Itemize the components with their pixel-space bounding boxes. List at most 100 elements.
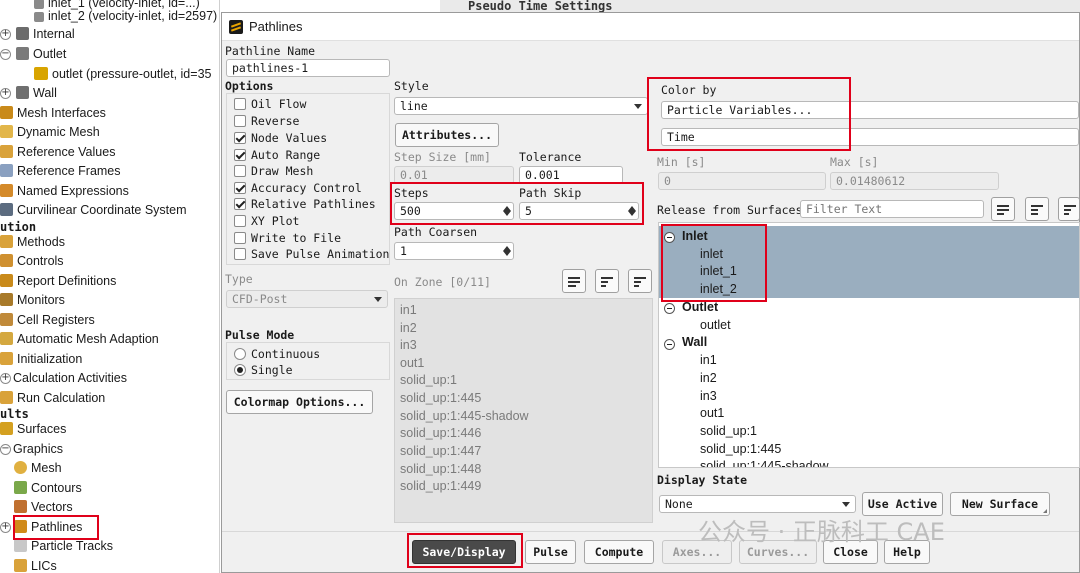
tree-item-graphics[interactable]: Graphics: [13, 440, 63, 459]
tree-item-outlet[interactable]: Outlet: [16, 45, 66, 64]
zone-item[interactable]: solid_up:1:448: [400, 462, 481, 476]
tree-item-vectors[interactable]: Vectors: [14, 498, 73, 517]
tree-item-mesh-adaption[interactable]: Automatic Mesh Adaption: [0, 330, 159, 349]
color-by-variable-select[interactable]: Time: [661, 128, 1079, 146]
tree-item-lics[interactable]: LICs: [14, 557, 57, 573]
step-size-input[interactable]: 0.01: [394, 166, 514, 184]
surface-item[interactable]: solid_up:1: [700, 424, 757, 438]
surface-item[interactable]: inlet_1: [700, 264, 737, 278]
expand-icon[interactable]: +: [0, 522, 11, 533]
zone-item[interactable]: solid_up:1:445: [400, 391, 481, 405]
filter-surfaces-icon[interactable]: [1025, 197, 1049, 221]
expand-icon[interactable]: +: [0, 88, 11, 99]
colormap-options-button[interactable]: Colormap Options...: [226, 390, 373, 414]
surface-item[interactable]: in1: [700, 353, 717, 367]
tree-item-particle-tracks[interactable]: Particle Tracks: [14, 537, 113, 556]
zone-item[interactable]: in3: [400, 338, 417, 352]
tree-item-internal[interactable]: Internal: [16, 25, 75, 44]
surface-item[interactable]: solid_up:1:445-shadow: [700, 459, 829, 467]
type-select[interactable]: CFD-Post: [226, 290, 388, 308]
display-state-select[interactable]: None: [659, 495, 856, 513]
tree-item-mesh[interactable]: Mesh: [14, 459, 62, 478]
compute-button[interactable]: Compute: [584, 540, 654, 564]
on-zone-list[interactable]: in1 in2 in3 out1 solid_up:1 solid_up:1:4…: [394, 298, 653, 523]
tree-item-named-expressions[interactable]: Named Expressions: [0, 182, 129, 201]
checkbox-oil-flow[interactable]: [234, 98, 246, 110]
select-all-icon[interactable]: [562, 269, 586, 293]
surface-item[interactable]: inlet_2: [700, 282, 737, 296]
tree-item-calculation-activities[interactable]: Calculation Activities: [13, 369, 127, 388]
tree-item-reference-values[interactable]: Reference Values: [0, 143, 115, 162]
release-surfaces-list[interactable]: Inlet inlet inlet_1 inlet_2 Outlet outle…: [658, 222, 1080, 468]
tolerance-input[interactable]: 0.001: [519, 166, 623, 184]
stepper-icon[interactable]: [501, 243, 513, 259]
checkbox-reverse[interactable]: [234, 115, 246, 127]
checkbox-accuracy-control[interactable]: [234, 182, 246, 194]
expand-icon[interactable]: +: [0, 29, 11, 40]
collapse-icon[interactable]: [664, 232, 675, 243]
surface-item[interactable]: in3: [700, 389, 717, 403]
radio-continuous[interactable]: [234, 348, 246, 360]
zone-item[interactable]: in1: [400, 303, 417, 317]
group-outlet[interactable]: Outlet: [682, 300, 718, 314]
tree-item-wall[interactable]: Wall: [16, 84, 57, 103]
checkbox-xy-plot[interactable]: [234, 215, 246, 227]
zone-item[interactable]: in2: [400, 321, 417, 335]
max-input[interactable]: 0.01480612: [830, 172, 999, 190]
tree-item-reference-frames[interactable]: Reference Frames: [0, 162, 121, 181]
checkbox-save-pulse-animation[interactable]: [234, 248, 246, 260]
tree-item-mesh-interfaces[interactable]: Mesh Interfaces: [0, 104, 106, 123]
zone-item[interactable]: out1: [400, 356, 424, 370]
tree-item-cell-registers[interactable]: Cell Registers: [0, 311, 95, 330]
checkbox-node-values[interactable]: [234, 132, 246, 144]
tree-item-pathlines[interactable]: Pathlines: [14, 518, 82, 537]
pulse-button[interactable]: Pulse: [525, 540, 576, 564]
min-input[interactable]: 0: [658, 172, 826, 190]
tree-item-monitors[interactable]: Monitors: [0, 291, 65, 310]
zone-item[interactable]: solid_up:1:447: [400, 444, 481, 458]
expand-icon[interactable]: +: [0, 373, 11, 384]
path-skip-input[interactable]: 5: [519, 202, 639, 220]
zone-item[interactable]: solid_up:1:449: [400, 479, 481, 493]
pathline-name-input[interactable]: pathlines-1: [226, 59, 390, 77]
color-by-category-select[interactable]: Particle Variables...: [661, 101, 1079, 119]
select-checked-icon[interactable]: [595, 269, 619, 293]
tree-item-surfaces[interactable]: Surfaces: [0, 420, 66, 439]
new-surface-button[interactable]: New Surface: [950, 492, 1050, 516]
tree-item-inlet-2[interactable]: inlet_2 (velocity-inlet, id=2597): [34, 7, 217, 26]
checkbox-write-to-file[interactable]: [234, 232, 246, 244]
collapse-icon[interactable]: −: [0, 49, 11, 60]
surface-item[interactable]: inlet: [700, 247, 723, 261]
surface-filter-input[interactable]: [800, 200, 984, 218]
surface-item[interactable]: solid_up:1:445: [700, 442, 781, 456]
tree-item-initialization[interactable]: Initialization: [0, 350, 82, 369]
stepper-icon[interactable]: [626, 203, 638, 219]
zone-item[interactable]: solid_up:1:445-shadow: [400, 409, 529, 423]
check-surfaces-icon[interactable]: [1058, 197, 1080, 221]
checkbox-relative-pathlines[interactable]: [234, 198, 246, 210]
path-coarsen-input[interactable]: 1: [394, 242, 514, 260]
group-wall[interactable]: Wall: [682, 335, 707, 349]
collapse-icon[interactable]: [664, 303, 675, 314]
attributes-button[interactable]: Attributes...: [395, 123, 499, 147]
tree-item-methods[interactable]: Methods: [0, 233, 65, 252]
collapse-icon[interactable]: −: [0, 444, 11, 455]
select-all-surfaces-icon[interactable]: [991, 197, 1015, 221]
tree-item-controls[interactable]: Controls: [0, 252, 64, 271]
collapse-icon[interactable]: [664, 339, 675, 350]
radio-single[interactable]: [234, 364, 246, 376]
surface-item[interactable]: in2: [700, 371, 717, 385]
dialog-titlebar[interactable]: Pathlines: [222, 13, 1079, 41]
tree-item-outlet-boundary[interactable]: outlet (pressure-outlet, id=35: [34, 65, 211, 84]
tree-item-contours[interactable]: Contours: [14, 479, 82, 498]
style-select[interactable]: line: [394, 97, 648, 115]
checkbox-auto-range[interactable]: [234, 149, 246, 161]
group-inlet[interactable]: Inlet: [682, 229, 708, 243]
deselect-all-icon[interactable]: [628, 269, 652, 293]
tree-item-dynamic-mesh[interactable]: Dynamic Mesh: [0, 123, 100, 142]
zone-item[interactable]: solid_up:1:446: [400, 426, 481, 440]
surface-item[interactable]: out1: [700, 406, 724, 420]
save-display-button[interactable]: Save/Display: [412, 540, 516, 564]
tree-item-report-definitions[interactable]: Report Definitions: [0, 272, 116, 291]
zone-item[interactable]: solid_up:1: [400, 373, 457, 387]
